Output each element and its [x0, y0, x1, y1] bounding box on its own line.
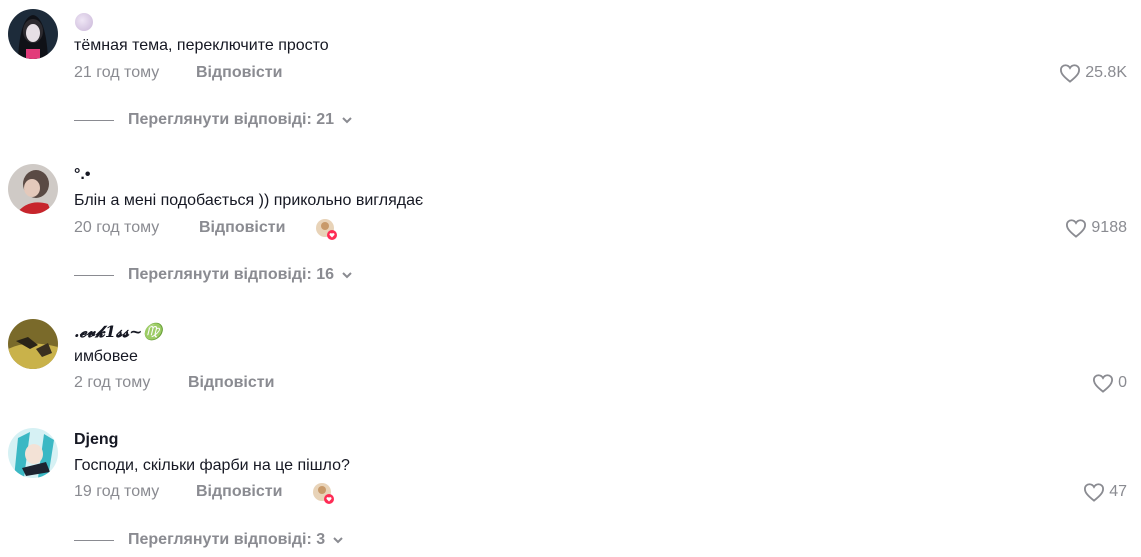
reply-button[interactable]: Відповісти: [199, 219, 285, 237]
comment-time: 21 год тому: [74, 64, 160, 81]
username-badge-icon: [75, 13, 93, 31]
like-button[interactable]: 25.8K: [1059, 63, 1127, 83]
comment-text: Блін а мені подобається )) прикольно виг…: [74, 192, 424, 209]
reply-button[interactable]: Відповісти: [196, 64, 282, 82]
avatar[interactable]: [8, 164, 58, 214]
username[interactable]: .𝓮𝓿𝓴1𝓼𝓼~♍: [74, 322, 162, 342]
creator-liked-badge: [312, 482, 334, 504]
like-count: 47: [1109, 483, 1127, 500]
view-replies-label: Переглянути відповіді: 16: [128, 266, 335, 283]
view-replies-button[interactable]: Переглянути відповіді: 16: [74, 266, 354, 284]
avatar[interactable]: [8, 319, 58, 369]
view-replies-label: Переглянути відповіді: 21: [128, 111, 335, 128]
view-replies-button[interactable]: Переглянути відповіді: 3: [74, 531, 345, 549]
like-button[interactable]: 9188: [1065, 218, 1127, 238]
comment-text: тёмная тема, переключите просто: [74, 37, 329, 54]
heart-icon: [1060, 64, 1081, 83]
view-replies-button[interactable]: Переглянути відповіді: 21: [74, 111, 354, 129]
divider: [74, 539, 114, 541]
comment-time: 2 год тому: [74, 374, 151, 391]
heart-icon: [1093, 374, 1114, 393]
like-button[interactable]: 47: [1083, 482, 1127, 502]
view-replies-label: Переглянути відповіді: 3: [128, 531, 326, 548]
creator-liked-badge: [315, 218, 337, 240]
reply-button[interactable]: Відповісти: [188, 374, 274, 392]
username[interactable]: Djeng: [74, 431, 118, 449]
like-count: 25.8K: [1085, 64, 1127, 81]
comment-text: Господи, скільки фарби на це пішло?: [74, 457, 350, 474]
divider: [74, 119, 114, 121]
chevron-down-icon: [333, 537, 343, 544]
like-button[interactable]: 0: [1092, 373, 1127, 393]
heart-icon: [1084, 483, 1105, 502]
chevron-down-icon: [342, 272, 352, 279]
reply-button[interactable]: Відповісти: [196, 483, 282, 501]
like-count: 9188: [1091, 219, 1127, 236]
comment-time: 19 год тому: [74, 483, 160, 500]
like-count: 0: [1118, 374, 1127, 391]
avatar[interactable]: [8, 428, 58, 478]
chevron-down-icon: [342, 117, 352, 124]
comment-text: имбовее: [74, 348, 138, 365]
username[interactable]: °.•: [74, 166, 90, 184]
avatar[interactable]: [8, 9, 58, 59]
comment-time: 20 год тому: [74, 219, 160, 236]
divider: [74, 274, 114, 276]
heart-icon: [1066, 219, 1087, 238]
